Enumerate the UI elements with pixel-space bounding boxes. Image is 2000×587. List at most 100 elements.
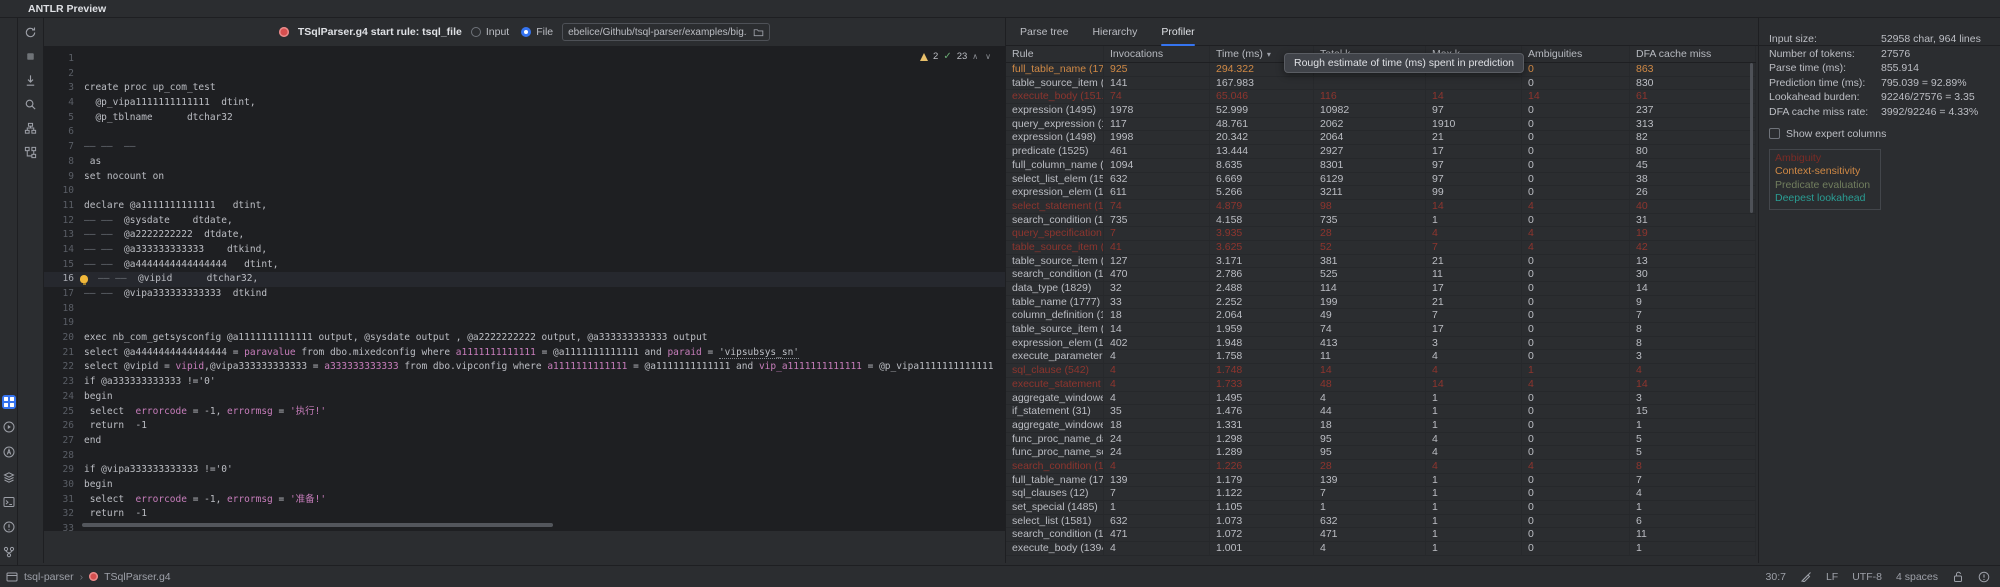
column-header-rule[interactable]: Rule <box>1006 46 1104 62</box>
radio-selected-icon[interactable] <box>521 27 531 37</box>
scroll-to-source-icon[interactable] <box>23 73 38 88</box>
radio-option-input[interactable]: Input <box>471 26 509 38</box>
code-line[interactable]: 5 @p_tblname dtchar32 <box>44 111 1005 126</box>
inspections-widget[interactable]: 2 ✓ 23 ∧ ∨ <box>920 51 993 62</box>
run-icon[interactable] <box>2 420 16 434</box>
encoding-selector[interactable]: UTF-8 <box>1852 571 1882 583</box>
table-row[interactable]: expression (1495)197852.99910982970237 <box>1006 104 1756 118</box>
code-line[interactable]: 24begin <box>44 390 1005 405</box>
services-icon[interactable] <box>2 470 16 484</box>
table-row[interactable]: data_type (1829)322.48811417014 <box>1006 282 1756 296</box>
table-row[interactable]: sql_clause (542)41.74814414 <box>1006 364 1756 378</box>
table-row[interactable]: search_condition (1519)7354.1587351031 <box>1006 214 1756 228</box>
code-line[interactable]: 23if @a333333333333 !='0' <box>44 375 1005 390</box>
indent-selector[interactable]: 4 spaces <box>1896 571 1938 583</box>
search-icon[interactable] <box>23 97 38 112</box>
code-line[interactable]: 13–– –– @a2222222222 dtdate, <box>44 228 1005 243</box>
table-row[interactable]: expression_elem (1590)6115.266321199026 <box>1006 186 1756 200</box>
code-line[interactable]: 1 <box>44 52 1005 67</box>
code-line[interactable]: 14–– –– @a333333333333 dtkind, <box>44 243 1005 258</box>
profiler-structure-icon[interactable] <box>23 121 38 136</box>
table-row[interactable]: full_table_name (1773)1391.179139107 <box>1006 474 1756 488</box>
code-line[interactable]: 21select @a4444444444444444 = paravalue … <box>44 346 1005 361</box>
code-line[interactable]: 26 return -1 <box>44 419 1005 434</box>
code-line[interactable]: 27end <box>44 434 1005 449</box>
code-line[interactable]: 2 <box>44 67 1005 82</box>
code-line[interactable]: 30begin <box>44 478 1005 493</box>
code-line[interactable]: 20exec nb_com_getsysconfig @a11111111111… <box>44 331 1005 346</box>
table-row[interactable]: expression_elem (1589)4021.948413308 <box>1006 337 1756 351</box>
breadcrumb-project[interactable]: tsql-parser <box>24 571 74 583</box>
code-line[interactable]: 3create proc up_com_test <box>44 81 1005 96</box>
table-row[interactable]: if_statement (31)351.476441015 <box>1006 405 1756 419</box>
terminal-icon[interactable] <box>2 495 16 509</box>
caret-position[interactable]: 30:7 <box>1766 571 1786 583</box>
table-row[interactable]: full_column_name (17...10948.63583019704… <box>1006 159 1756 173</box>
code-line[interactable]: 11declare @a1111111111111 dtint, <box>44 199 1005 214</box>
code-line[interactable]: 29if @vipa333333333333 !='0' <box>44 463 1005 478</box>
lightbulb-icon[interactable] <box>80 275 88 283</box>
code-line[interactable]: 15–– –– @a4444444444444444 dtint, <box>44 258 1005 273</box>
table-row[interactable]: table_source_item (15...413.625527442 <box>1006 241 1756 255</box>
code-line[interactable]: 18 <box>44 302 1005 317</box>
next-problem-icon[interactable]: ∨ <box>985 52 993 61</box>
table-row[interactable]: aggregate_windowed...41.4954103 <box>1006 392 1756 406</box>
code-line[interactable]: 9set nocount on <box>44 170 1005 185</box>
tab-profiler[interactable]: Profiler <box>1161 18 1194 46</box>
table-row[interactable]: sql_clauses (12)71.1227104 <box>1006 487 1756 501</box>
table-row[interactable]: search_condition (1517)4702.78652511030 <box>1006 268 1756 282</box>
table-row[interactable]: execute_parameter (1...41.75811403 <box>1006 350 1756 364</box>
code-line[interactable]: 10 <box>44 184 1005 199</box>
column-header-ambiguities[interactable]: Ambiguities <box>1522 46 1630 62</box>
code-line[interactable]: 6 <box>44 125 1005 140</box>
file-path-field[interactable]: ebelice/Github/tsql-parser/examples/big.… <box>562 23 770 41</box>
unlock-icon[interactable] <box>1952 571 1964 583</box>
table-row[interactable]: func_proc_name_data...241.29895405 <box>1006 433 1756 447</box>
tab-hierarchy[interactable]: Hierarchy <box>1092 18 1137 46</box>
notifications-icon[interactable] <box>1978 571 1990 583</box>
code-line[interactable]: 8 as <box>44 155 1005 170</box>
code-line[interactable]: 19 <box>44 316 1005 331</box>
profiler-table-body[interactable]: full_table_name (1775)925294.3220863tabl… <box>1006 63 1756 563</box>
tab-parse-tree[interactable]: Parse tree <box>1020 18 1068 46</box>
table-row[interactable]: select_statement (15...744.8799814440 <box>1006 200 1756 214</box>
table-row[interactable]: execute_statement (7...41.7334814414 <box>1006 378 1756 392</box>
code-line[interactable]: 28 <box>44 449 1005 464</box>
table-row[interactable]: execute_body (1394)41.0014101 <box>1006 542 1756 556</box>
table-row[interactable]: table_source_item (15...141.959741708 <box>1006 323 1756 337</box>
table-row[interactable]: query_expression (1527)11748.76120621910… <box>1006 118 1756 132</box>
table-row[interactable]: table_source_item (15...1273.17138121013 <box>1006 255 1756 269</box>
readonly-icon[interactable] <box>1800 571 1812 583</box>
code-line[interactable]: 16–– –– @vipid dtchar32, <box>44 272 1005 287</box>
code-line[interactable]: 22select @vipid = vipid,@vipa33333333333… <box>44 360 1005 375</box>
assistant-icon[interactable] <box>2 445 16 459</box>
code-line[interactable]: 7–– –– –– <box>44 140 1005 155</box>
code-line[interactable]: 17–– –– @vipa333333333333 dtkind <box>44 287 1005 302</box>
table-row[interactable]: aggregate_windowed...181.33118101 <box>1006 419 1756 433</box>
refresh-icon[interactable] <box>23 25 38 40</box>
radio-option-file[interactable]: File <box>521 26 553 38</box>
column-header-dfa-cache-miss[interactable]: DFA cache miss <box>1630 46 1756 62</box>
table-row[interactable]: table_name (1777)332.2521992109 <box>1006 296 1756 310</box>
table-row[interactable]: expression (1498)199820.342206421082 <box>1006 131 1756 145</box>
prev-problem-icon[interactable]: ∧ <box>972 52 980 61</box>
editor-horizontal-scrollbar[interactable] <box>82 523 553 527</box>
sql-editor[interactable]: 123create proc up_com_test4 @p_vipa11111… <box>44 47 1005 531</box>
code-line[interactable]: 32 return -1 <box>44 507 1005 522</box>
table-row[interactable]: set_special (1485)11.1051101 <box>1006 501 1756 515</box>
table-row[interactable]: predicate (1525)46113.444292717080 <box>1006 145 1756 159</box>
column-header-invocations[interactable]: Invocations <box>1104 46 1210 62</box>
preview-tool-window-icon[interactable] <box>2 395 16 409</box>
code-line[interactable]: 31 select errorcode = -1, errormsg = '准备… <box>44 493 1005 508</box>
table-row[interactable]: select_list (1581)6321.073632106 <box>1006 515 1756 529</box>
code-line[interactable]: 25 select errorcode = -1, errormsg = '执行… <box>44 405 1005 420</box>
table-row[interactable]: search_condition (15...41.22628448 <box>1006 460 1756 474</box>
table-row[interactable]: execute_body (151...7465.046116141461 <box>1006 90 1756 104</box>
table-scrollbar[interactable] <box>1750 63 1753 213</box>
line-ending-selector[interactable]: LF <box>1826 571 1838 583</box>
code-line[interactable]: 4 @p_vipa1111111111111 dtint, <box>44 96 1005 111</box>
stop-icon[interactable] <box>23 49 38 64</box>
table-row[interactable]: column_definition (1421)182.06449707 <box>1006 309 1756 323</box>
code-line[interactable]: 12–– –– @sysdate dtdate, <box>44 214 1005 229</box>
breadcrumb-file[interactable]: TSqlParser.g4 <box>104 571 171 583</box>
